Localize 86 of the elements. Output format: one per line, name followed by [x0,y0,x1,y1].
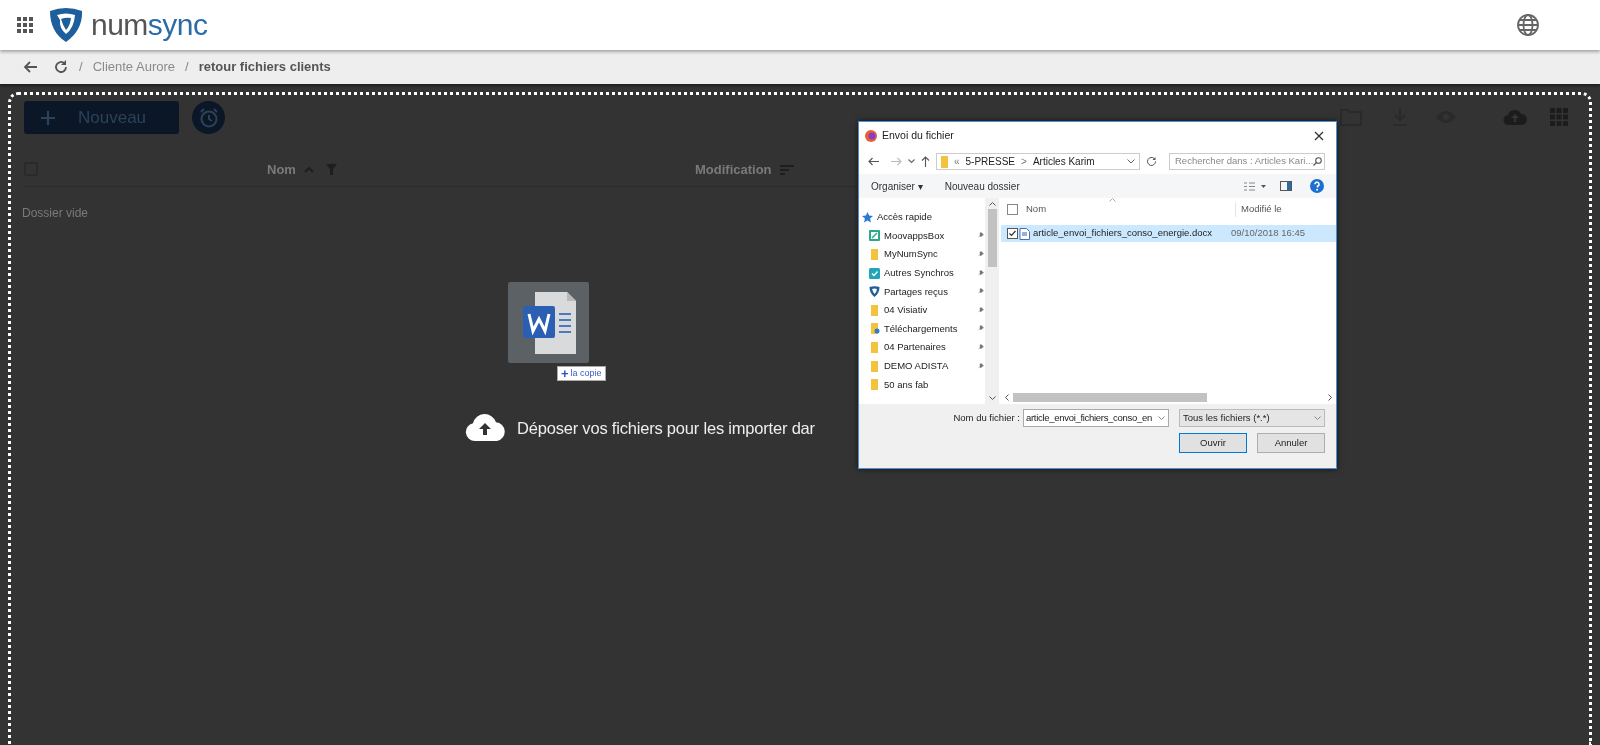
file-name: article_envoi_fichiers_conso_energie.docx [1033,226,1214,241]
plus-sign: + [561,367,569,380]
scroll-left-icon [1005,394,1009,401]
globe-icon[interactable] [1516,13,1540,37]
filename-value: article_envoi_fichiers_conso_en [1026,410,1152,425]
logo-text: numsync [91,10,208,40]
nav-item[interactable]: 04 Visiativ [884,303,928,318]
address-bar[interactable]: « 5-PRESSE > Articles Karim [936,153,1140,170]
vertical-scrollbar[interactable] [985,198,999,404]
scrollbar-thumb[interactable] [987,209,997,267]
breadcrumb-separator: / [79,58,83,77]
file-date: 09/10/2018 16:45 [1231,226,1305,241]
path-text: « [954,155,960,169]
nav-item[interactable]: DEMO ADISTA [884,358,949,374]
help-icon[interactable] [1310,179,1324,193]
shield-logo-icon [47,6,85,44]
downloads-folder-icon [869,323,880,335]
close-icon[interactable] [1314,130,1324,141]
view-options-icon[interactable] [1244,181,1266,191]
cloud-upload-icon[interactable] [1503,108,1527,126]
folder-icon [871,341,878,353]
checkbox[interactable] [1007,228,1018,239]
nav-item[interactable]: Partages reçus [884,284,948,299]
breadcrumb-separator: / [185,58,189,77]
back-arrow-icon[interactable] [22,59,38,75]
column-header[interactable]: Modifié le [1235,202,1282,217]
chevron-down-icon [1314,415,1321,421]
folder-icon [941,155,948,168]
command-button[interactable]: Organiser ▾ [871,178,923,194]
scroll-right-icon [1328,394,1332,401]
dialog-button[interactable]: Annuler [1257,433,1325,453]
nav-item[interactable]: 50 ans fab [884,377,929,392]
search-placeholder: Rechercher dans : Articles Kari... [1175,154,1314,169]
document-icon [1019,227,1030,240]
file-type-value: Tous les fichiers (*.*) [1183,410,1270,425]
preview-pane-icon[interactable] [1280,181,1292,191]
shield-icon [869,286,880,298]
refresh-icon[interactable] [1146,156,1157,167]
alarm-button[interactable] [192,101,225,134]
scroll-down-icon [988,396,996,400]
path-text: Articles Karim [1032,155,1095,169]
nav-item[interactable]: Accès rapide [877,210,932,225]
nav-item[interactable]: MoovappsBox [884,228,945,243]
badge-text: la copie [570,369,602,378]
empty-folder-text: Dossier vide [22,205,89,222]
breadcrumb-link[interactable]: retour fichiers clients [198,57,331,77]
file-type-dropdown[interactable]: Tous les fichiers (*.*) [1179,409,1325,427]
nav-item[interactable]: Téléchargements [884,321,958,336]
nav-item[interactable]: 04 Partenaires [884,340,946,355]
select-all-checkbox[interactable] [1007,204,1018,215]
folder-icon [871,304,878,316]
scroll-up-icon [988,202,996,206]
nav-item[interactable]: MyNumSync [884,247,938,262]
plus-icon [40,109,56,126]
star-icon [862,211,873,223]
refresh-icon[interactable] [53,59,69,75]
dialog-button[interactable]: Ouvrir [1179,433,1247,453]
chevron-down-icon [1127,159,1135,164]
scrollbar-thumb[interactable] [1013,393,1207,402]
path-text: 5-PRESSE [965,155,1016,169]
back-arrow-icon[interactable] [868,157,879,166]
folder-icon [871,379,878,391]
up-arrow-icon[interactable] [921,156,930,167]
browser-logo-icon [865,129,877,142]
sort-caret-icon [1109,198,1116,202]
nav-item[interactable]: Autres Synchros [884,265,954,281]
chevron-down-icon[interactable] [908,159,915,164]
folder-icon [871,249,878,260]
filename-field[interactable]: article_envoi_fichiers_conso_en [1023,409,1169,427]
word-document-icon [520,289,577,356]
check-square-icon [869,267,880,279]
column-header[interactable]: Nom [1026,202,1235,217]
field-label: Nom du fichier : [953,410,1020,425]
forward-arrow-icon[interactable] [891,157,902,166]
chevron-down-icon [1158,415,1165,421]
app-icon [869,230,880,242]
drop-instruction-text: Déposer vos fichiers pour les importer dar [517,417,815,439]
command-button[interactable]: Nouveau dossier [944,178,1020,194]
search-icon [1313,157,1323,166]
file-row[interactable]: article_envoi_fichiers_conso_energie.docx 09/10/2018 16:45 [1001,225,1336,242]
search-field[interactable]: Rechercher dans : Articles Kari... [1169,153,1325,170]
dialog-title: Envoi du fichier [882,127,954,143]
folder-icon [871,360,878,372]
path-text: > [1021,155,1027,169]
apps-menu-icon[interactable] [15,15,35,35]
cloud-upload-icon [465,414,505,442]
